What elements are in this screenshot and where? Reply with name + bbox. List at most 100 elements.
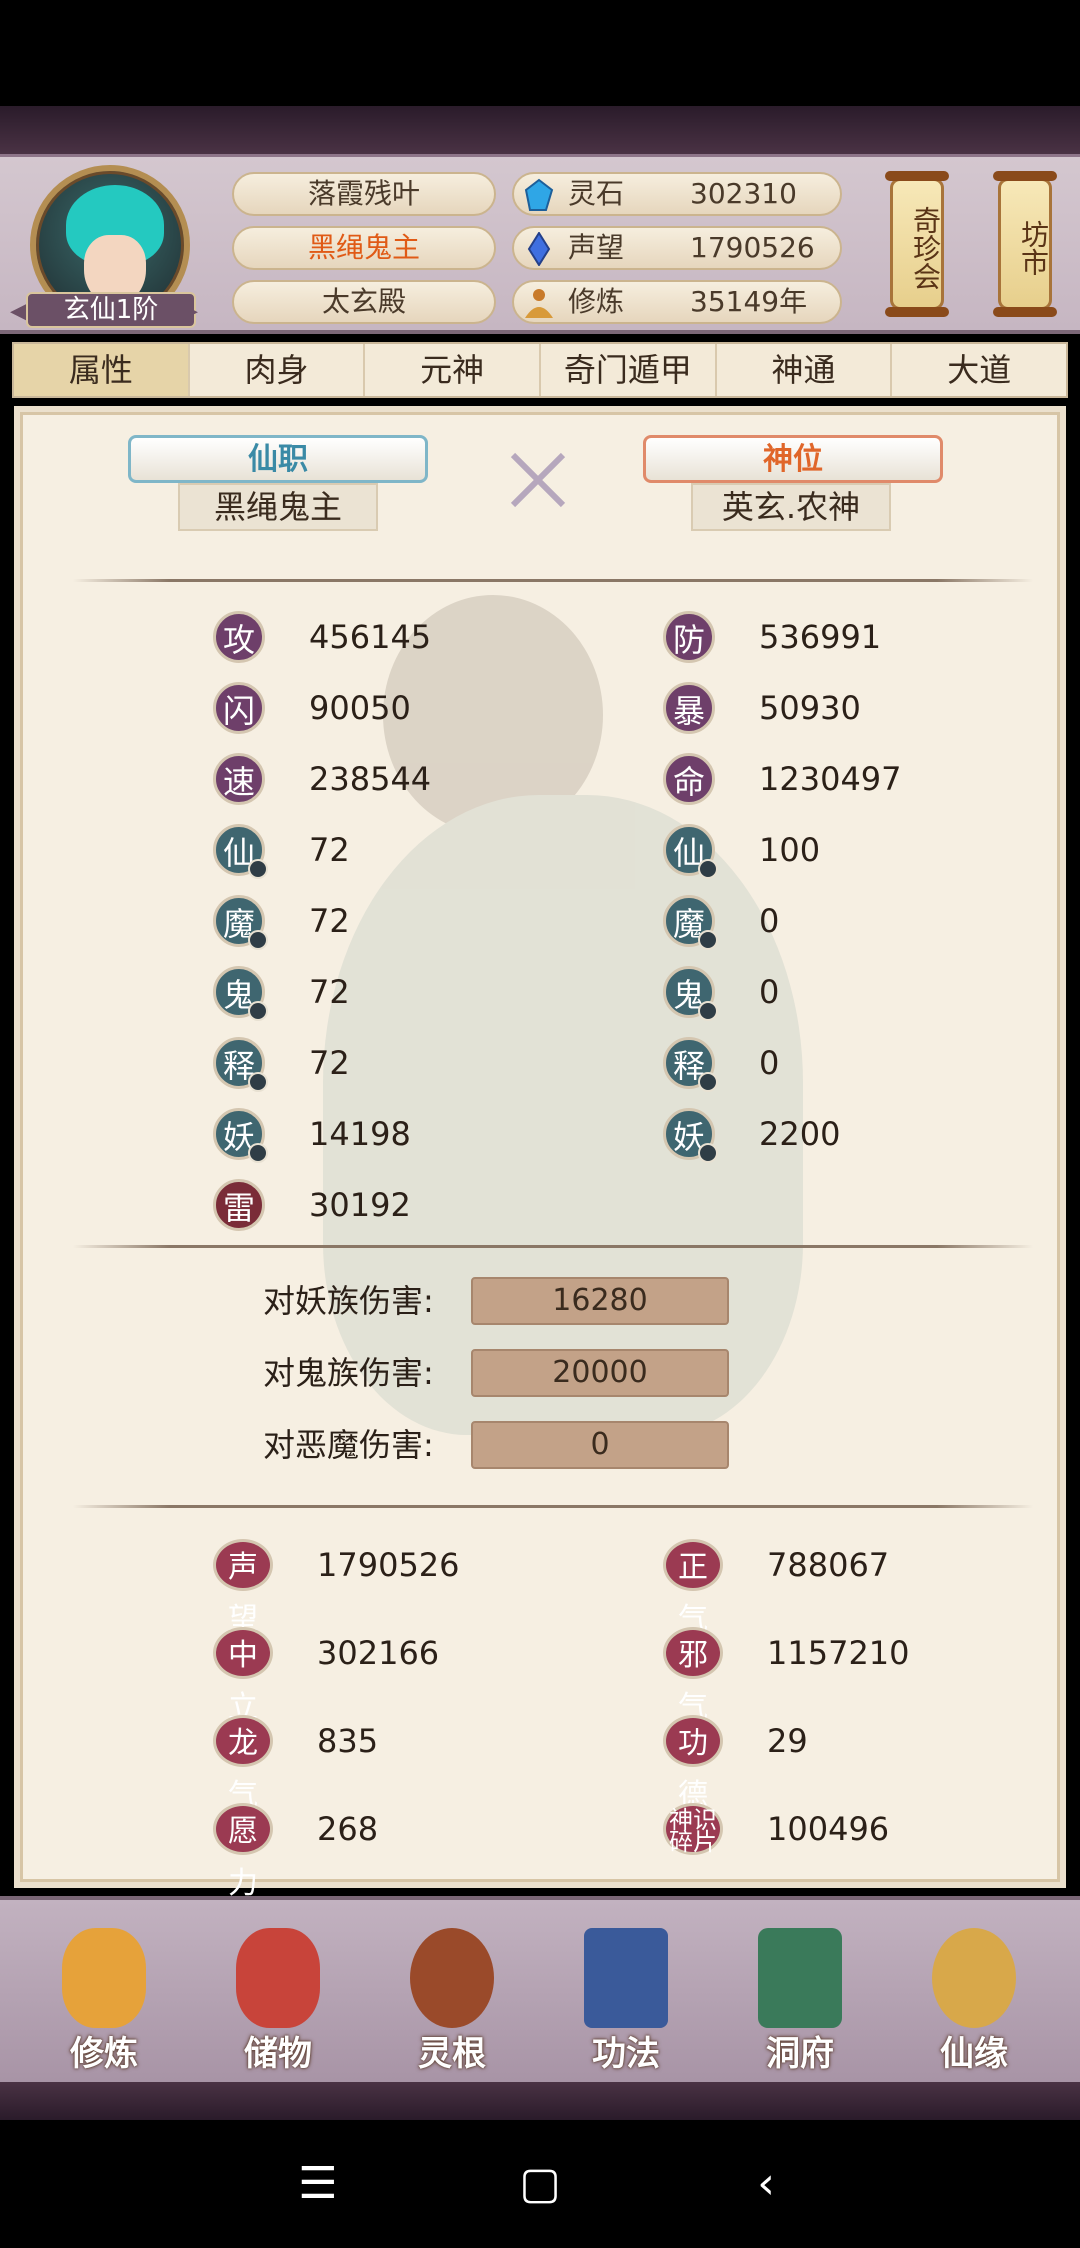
misc-stat-badge: 邪气 — [663, 1627, 723, 1725]
tab-bar: 属性 肉身 元神 奇门遁甲 神通 大道 — [12, 342, 1068, 398]
info-dot-icon[interactable] — [248, 1072, 268, 1092]
damage-vs-fiends-value: 0 — [471, 1421, 729, 1469]
nav-label: 功法 — [592, 2034, 660, 2074]
nav-cultivate[interactable]: 修炼 — [34, 1928, 174, 2078]
attributes-panel: 仙职 黑绳鬼主 神位 英玄.农神 攻 456145 闪 90050 速 238544 仙 72… — [20, 412, 1060, 1901]
home-icon[interactable]: ▢ — [510, 2156, 570, 2212]
nav-cave[interactable]: 洞府 — [730, 1928, 870, 2078]
tab-powers[interactable]: 神通 — [717, 344, 893, 396]
stat-badge: 闪 — [213, 682, 265, 734]
god-post-value: 英玄.农神 — [691, 483, 891, 531]
misc-stat-badge: 神识碎片 — [663, 1803, 723, 1855]
stat-badge: 仙 — [213, 824, 268, 879]
info-dot-icon[interactable] — [248, 930, 268, 950]
resource-label: 灵石 — [568, 177, 625, 210]
resource-value: 1790526 — [690, 231, 815, 264]
market-button[interactable]: 坊市 — [993, 171, 1057, 317]
stat-value: 50930 — [759, 689, 861, 727]
info-dot-icon[interactable] — [248, 859, 268, 879]
stat-badge: 攻 — [213, 611, 265, 663]
reputation-resource: 声望 1790526 — [512, 226, 842, 270]
info-dot-icon[interactable] — [248, 1001, 268, 1021]
resource-label: 修炼 — [568, 285, 625, 318]
cultivation-resource: 修炼 35149年 — [512, 280, 842, 324]
gourd-icon — [932, 1928, 1016, 2028]
god-post-header: 神位 — [643, 435, 943, 483]
divider — [73, 579, 1033, 582]
stat-badge: 妖 — [213, 1108, 268, 1163]
crossed-swords-icon — [510, 452, 566, 508]
info-dot-icon[interactable] — [698, 1072, 718, 1092]
nav-storage[interactable]: 储物 — [208, 1928, 348, 2078]
reputation-icon — [527, 232, 551, 266]
title-plate-2: 黑绳鬼主 — [232, 226, 496, 270]
stat-badge: 速 — [213, 753, 265, 805]
stat-badge: 魔 — [213, 895, 268, 950]
info-dot-icon[interactable] — [698, 930, 718, 950]
info-dot-icon[interactable] — [698, 1143, 718, 1163]
nav-fate[interactable]: 仙缘 — [904, 1928, 1044, 2078]
divider — [73, 1505, 1033, 1508]
stat-badge: 鬼 — [663, 966, 718, 1021]
tab-attributes[interactable]: 属性 — [14, 344, 190, 396]
stat-value: 0 — [759, 902, 780, 940]
misc-stat-value: 29 — [767, 1722, 808, 1760]
rank-badge: 玄仙1阶 — [26, 292, 196, 328]
technique-book-icon — [584, 1928, 668, 2028]
tab-spirit[interactable]: 元神 — [365, 344, 542, 396]
stat-value: 72 — [309, 1044, 350, 1082]
tab-body[interactable]: 肉身 — [190, 344, 366, 396]
stat-badge: 妖 — [663, 1108, 718, 1163]
damage-vs-demons-value: 16280 — [471, 1277, 729, 1325]
stat-badge: 防 — [663, 611, 715, 663]
bottom-decor-band — [0, 2082, 1080, 2120]
misc-stat-badge: 中立 — [213, 1627, 273, 1725]
misc-stat-badge: 愿力 — [213, 1803, 273, 1901]
stat-badge: 暴 — [663, 682, 715, 734]
cultivate-icon — [62, 1928, 146, 2028]
resource-value: 35149年 — [690, 285, 808, 318]
stat-badge: 释 — [213, 1037, 268, 1092]
stat-badge: 鬼 — [213, 966, 268, 1021]
nav-spirit-root[interactable]: 灵根 — [382, 1928, 522, 2078]
misc-stat-badge: 声望 — [213, 1539, 273, 1637]
info-dot-icon[interactable] — [698, 1001, 718, 1021]
damage-vs-ghosts-value: 20000 — [471, 1349, 729, 1397]
treasure-fair-button[interactable]: 奇珍会 — [885, 171, 949, 317]
stat-value: 72 — [309, 902, 350, 940]
stat-value: 0 — [759, 973, 780, 1011]
misc-stat-value: 788067 — [767, 1546, 890, 1584]
nav-label: 灵根 — [418, 2034, 486, 2074]
nav-label: 洞府 — [766, 2034, 834, 2074]
storage-bag-icon — [236, 1928, 320, 2028]
misc-stat-value: 100496 — [767, 1810, 890, 1848]
menu-icon[interactable]: ☰ — [288, 2156, 348, 2212]
back-icon[interactable]: ‹ — [736, 2156, 796, 2212]
stat-badge: 魔 — [663, 895, 718, 950]
rank-right-arrow-icon: ▶ — [178, 296, 198, 326]
info-dot-icon[interactable] — [248, 1143, 268, 1163]
nav-techniques[interactable]: 功法 — [556, 1928, 696, 2078]
tab-qimen[interactable]: 奇门遁甲 — [541, 344, 717, 396]
stat-value: 72 — [309, 973, 350, 1011]
damage-vs-demons-label: 对妖族伤害: — [263, 1282, 434, 1320]
top-decor-band — [0, 106, 1080, 154]
damage-vs-ghosts-label: 对鬼族伤害: — [263, 1354, 434, 1392]
immortal-post-value: 黑绳鬼主 — [178, 483, 378, 531]
misc-stat-badge: 正气 — [663, 1539, 723, 1637]
title-plate-3: 太玄殿 — [232, 280, 496, 324]
spirit-root-icon — [410, 1928, 494, 2028]
bottom-nav: 修炼 储物 灵根 功法 洞府 仙缘 — [0, 1896, 1080, 2082]
stat-value: 238544 — [309, 760, 432, 798]
tab-dao[interactable]: 大道 — [892, 344, 1066, 396]
info-dot-icon[interactable] — [698, 859, 718, 879]
stat-value: 14198 — [309, 1115, 411, 1153]
resource-value: 302310 — [690, 177, 797, 210]
nav-label: 仙缘 — [940, 2034, 1008, 2074]
misc-stat-badge: 功德 — [663, 1715, 723, 1813]
immortal-post-header: 仙职 — [128, 435, 428, 483]
misc-stat-value: 302166 — [317, 1634, 440, 1672]
misc-stat-value: 835 — [317, 1722, 379, 1760]
stat-value: 30192 — [309, 1186, 411, 1224]
nav-label: 储物 — [244, 2034, 312, 2074]
